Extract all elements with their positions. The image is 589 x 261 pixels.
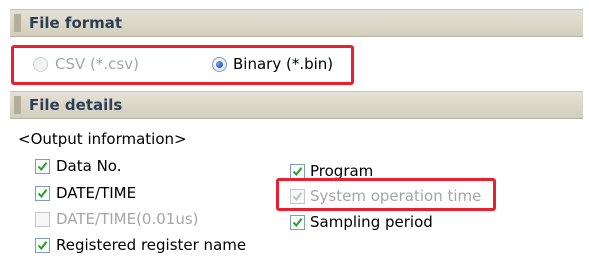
checkbox-sampling-period-label: Sampling period: [310, 213, 433, 231]
radio-selected-icon: [212, 57, 227, 72]
checkbox-registered-register-name-label: Registered register name: [56, 236, 247, 254]
checkbox-date-time-label: DATE/TIME: [56, 184, 137, 202]
file-details-title: File details: [29, 96, 123, 114]
checkbox-checked-icon: [290, 189, 305, 204]
section-marker-icon: [14, 96, 21, 114]
file-details-header: File details: [10, 91, 583, 119]
checkbox-date-time-001us-label: DATE/TIME(0.01us): [56, 210, 199, 228]
output-information-heading: <Output information>: [18, 130, 187, 148]
checkbox-checked-icon: [35, 186, 50, 201]
checkbox-data-no-label: Data No.: [56, 157, 122, 175]
radio-binary-label: Binary (*.bin): [233, 55, 334, 73]
radio-csv-label: CSV (*.csv): [55, 55, 139, 73]
file-format-header: File format: [10, 9, 583, 37]
checkbox-checked-icon: [290, 215, 305, 230]
section-marker-icon: [14, 14, 21, 32]
checkbox-checked-icon: [35, 238, 50, 253]
file-format-title: File format: [29, 14, 123, 32]
checkbox-unchecked-icon: [35, 212, 50, 227]
radio-unselected-icon: [33, 57, 48, 72]
checkbox-checked-icon: [35, 159, 50, 174]
checkbox-system-operation-time-label: System operation time: [310, 187, 482, 205]
checkbox-checked-icon: [290, 164, 305, 179]
